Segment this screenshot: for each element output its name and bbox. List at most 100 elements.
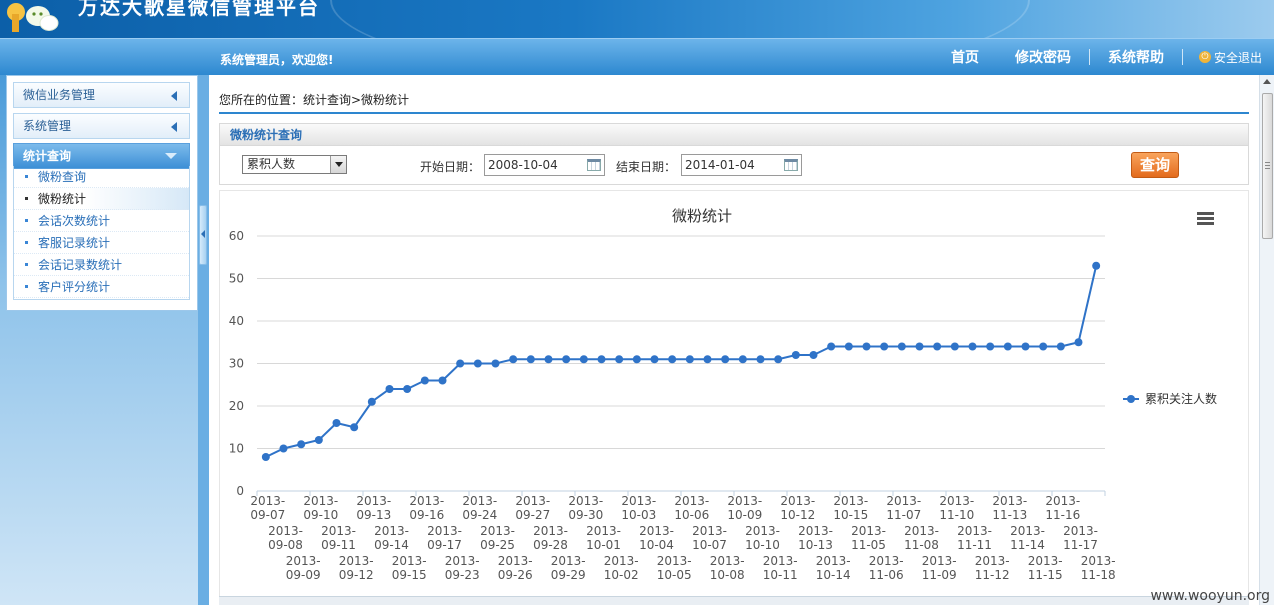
scrollbar-thumb[interactable] bbox=[1262, 93, 1273, 239]
data-point bbox=[279, 444, 288, 453]
x-tick-label-year: 2013- bbox=[498, 554, 533, 568]
x-tick-label-year: 2013- bbox=[975, 554, 1010, 568]
data-point bbox=[403, 385, 412, 393]
data-point bbox=[1003, 342, 1012, 351]
legend-label: 累积关注人数 bbox=[1145, 391, 1217, 406]
x-tick-label-date: 11-18 bbox=[1081, 568, 1116, 582]
chevron-down-icon[interactable] bbox=[330, 156, 346, 173]
data-point bbox=[738, 355, 747, 364]
sidebar-item-fans-query[interactable]: 微粉查询 bbox=[14, 166, 189, 188]
x-tick-label-date: 10-02 bbox=[604, 568, 639, 582]
x-tick-label-year: 2013- bbox=[374, 524, 409, 538]
x-tick-label-date: 09-08 bbox=[268, 538, 303, 552]
x-tick-label-date: 11-11 bbox=[957, 538, 992, 552]
metric-select[interactable]: 累积人数 bbox=[242, 155, 347, 174]
data-point bbox=[491, 359, 500, 368]
x-tick-label-date: 11-06 bbox=[869, 568, 904, 582]
x-tick-label-year: 2013- bbox=[250, 494, 285, 508]
data-point bbox=[509, 355, 518, 364]
metric-select-value: 累积人数 bbox=[247, 157, 296, 171]
x-tick-label-date: 10-10 bbox=[745, 538, 780, 552]
x-tick-label-year: 2013- bbox=[745, 524, 780, 538]
scroll-up-icon[interactable] bbox=[1263, 79, 1271, 84]
y-tick-label: 50 bbox=[229, 272, 244, 286]
banner-decoration bbox=[330, 0, 1030, 38]
data-point bbox=[880, 342, 889, 351]
query-button[interactable]: 查询 bbox=[1131, 152, 1179, 178]
sidebar-item-service-records[interactable]: 客服记录统计 bbox=[14, 232, 189, 254]
calendar-icon[interactable] bbox=[784, 159, 798, 171]
data-point bbox=[261, 453, 270, 461]
x-tick-label-year: 2013- bbox=[480, 524, 515, 538]
sidebar-group-system[interactable]: 系统管理 bbox=[13, 113, 190, 139]
data-point bbox=[685, 355, 694, 364]
sidebar-item-session-records[interactable]: 会话记录数统计 bbox=[14, 254, 189, 276]
x-tick-label-date: 09-30 bbox=[568, 508, 603, 522]
sidebar-group-label: 统计查询 bbox=[23, 149, 72, 163]
x-tick-label-year: 2013- bbox=[356, 494, 391, 508]
x-tick-label-date: 11-09 bbox=[922, 568, 957, 582]
calendar-icon[interactable] bbox=[587, 159, 601, 171]
x-tick-label-date: 11-05 bbox=[851, 538, 886, 552]
data-point bbox=[827, 342, 836, 351]
data-point bbox=[950, 342, 959, 351]
data-point bbox=[968, 342, 977, 351]
x-tick-label-year: 2013- bbox=[303, 494, 338, 508]
x-tick-label-date: 11-08 bbox=[904, 538, 939, 552]
x-tick-label-date: 11-14 bbox=[1010, 538, 1045, 552]
sidebar-group-label: 微信业务管理 bbox=[23, 88, 96, 102]
start-date-value: 2008-10-04 bbox=[488, 158, 558, 172]
nav-help[interactable]: 系统帮助 bbox=[1090, 47, 1182, 67]
x-tick-label-year: 2013- bbox=[586, 524, 621, 538]
x-tick-label-year: 2013- bbox=[798, 524, 833, 538]
vertical-scrollbar[interactable] bbox=[1259, 75, 1274, 605]
data-point bbox=[385, 385, 394, 393]
start-date-field[interactable]: 2008-10-04 bbox=[484, 154, 605, 176]
x-tick-label-year: 2013- bbox=[533, 524, 568, 538]
logout-button[interactable]: ⏻ 安全退出 bbox=[1183, 49, 1262, 66]
hamburger-icon[interactable] bbox=[1197, 212, 1214, 225]
end-date-label: 结束日期： bbox=[616, 160, 677, 174]
fans-line-chart: 微粉统计01020304050602013-09-072013-09-08201… bbox=[229, 207, 1217, 582]
x-tick-label-date: 09-28 bbox=[533, 538, 568, 552]
data-point bbox=[597, 355, 606, 364]
x-tick-label-date: 09-07 bbox=[250, 508, 285, 522]
sidebar-item-session-count[interactable]: 会话次数统计 bbox=[14, 210, 189, 232]
end-date-field[interactable]: 2014-01-04 bbox=[681, 154, 802, 176]
x-tick-label-year: 2013- bbox=[710, 554, 745, 568]
x-tick-label-year: 2013- bbox=[445, 554, 480, 568]
end-date-value: 2014-01-04 bbox=[685, 158, 755, 172]
data-point bbox=[367, 397, 376, 406]
collapse-sidebar-handle[interactable] bbox=[199, 205, 207, 265]
data-point bbox=[1039, 342, 1048, 351]
x-tick-label-year: 2013- bbox=[392, 554, 427, 568]
x-tick-label-date: 09-15 bbox=[392, 568, 427, 582]
x-tick-label-year: 2013- bbox=[1081, 554, 1116, 568]
nav-change-password[interactable]: 修改密码 bbox=[997, 47, 1089, 67]
nav-home[interactable]: 首页 bbox=[933, 47, 997, 67]
data-point bbox=[615, 355, 624, 364]
x-tick-label-date: 11-17 bbox=[1063, 538, 1098, 552]
collapse-arrow-icon bbox=[171, 91, 177, 101]
sidebar-item-customer-rating[interactable]: 客户评分统计 bbox=[14, 276, 189, 298]
data-point bbox=[721, 355, 730, 364]
data-point bbox=[791, 351, 800, 359]
x-tick-label-year: 2013- bbox=[816, 554, 851, 568]
x-tick-label-date: 11-15 bbox=[1028, 568, 1063, 582]
sidebar-group-wechat-business[interactable]: 微信业务管理 bbox=[13, 82, 190, 108]
x-tick-label-date: 09-23 bbox=[445, 568, 480, 582]
y-tick-label: 60 bbox=[229, 229, 244, 243]
logout-label: 安全退出 bbox=[1213, 50, 1262, 65]
sidebar-splitter[interactable] bbox=[198, 75, 209, 605]
y-tick-label: 20 bbox=[229, 399, 244, 413]
data-point bbox=[915, 342, 924, 351]
chevron-left-icon bbox=[201, 230, 205, 238]
top-banner: 万达大歌星微信管理平台 bbox=[0, 0, 1274, 38]
data-point bbox=[844, 342, 853, 351]
x-tick-label-date: 09-25 bbox=[480, 538, 515, 552]
sidebar-item-fans-stats[interactable]: 微粉统计 bbox=[14, 188, 189, 210]
data-point bbox=[350, 423, 359, 432]
x-tick-label-year: 2013- bbox=[692, 524, 727, 538]
data-point bbox=[668, 355, 677, 364]
start-date-label: 开始日期： bbox=[420, 160, 481, 174]
